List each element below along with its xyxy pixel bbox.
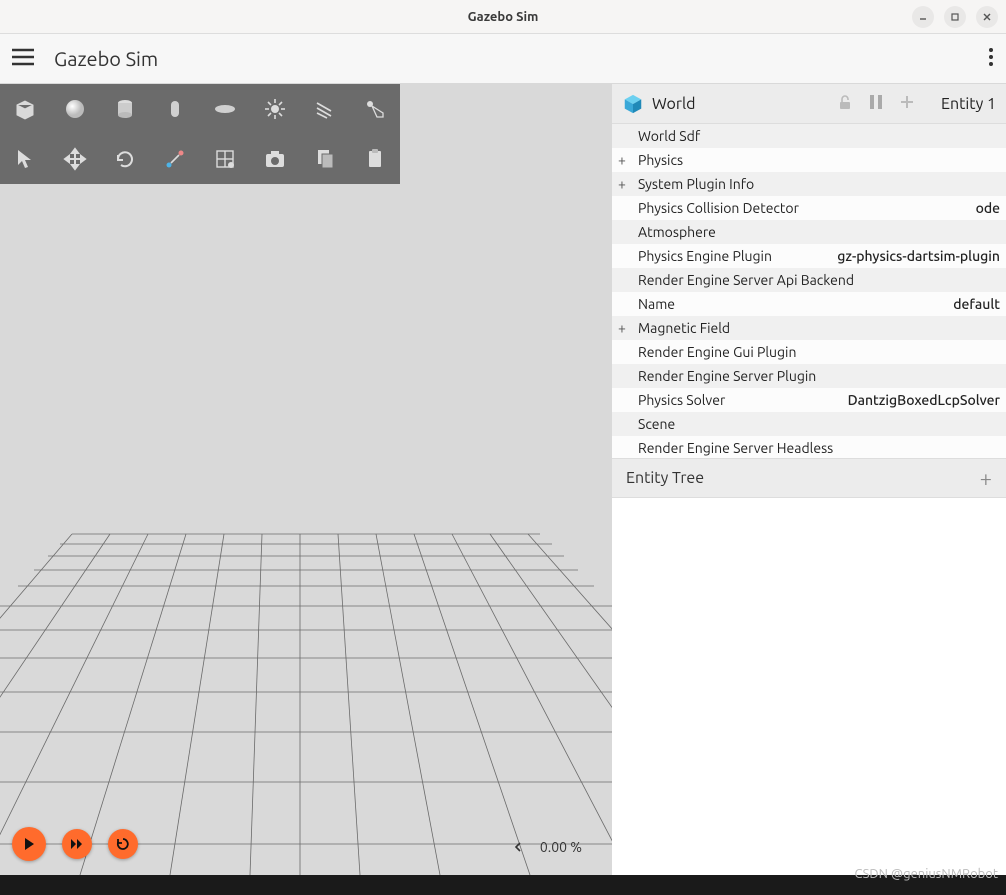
side-panel: World Entity 1 World Sdf+Physics+System … xyxy=(612,84,1006,875)
property-name: Physics Solver xyxy=(612,392,848,408)
property-row[interactable]: +Physics xyxy=(612,148,1006,172)
window-maximize-button[interactable] xyxy=(944,6,966,28)
insert-light-button[interactable] xyxy=(250,84,300,134)
reset-button[interactable] xyxy=(108,829,138,859)
ground-grid xyxy=(0,84,612,875)
expand-toggle[interactable]: + xyxy=(612,152,632,168)
select-tool-button[interactable] xyxy=(0,134,50,184)
property-value: DantzigBoxedLcpSolver xyxy=(848,392,1000,408)
entity-id-label: Entity 1 xyxy=(941,95,996,113)
property-name: Name xyxy=(612,296,953,312)
property-row[interactable]: Atmosphere xyxy=(612,220,1006,244)
property-row[interactable]: Render Engine Server Headless xyxy=(612,436,1006,458)
lock-icon[interactable] xyxy=(837,94,853,114)
window-title: Gazebo Sim xyxy=(468,10,539,24)
property-name: World Sdf xyxy=(612,128,1000,144)
insert-spot-light-button[interactable] xyxy=(350,84,400,134)
property-row[interactable]: Render Engine Server Plugin xyxy=(612,364,1006,388)
app-header: Gazebo Sim xyxy=(0,34,1006,84)
watermark: CSDN @geniusNMRobot xyxy=(854,867,998,881)
property-name: Physics Collision Detector xyxy=(612,200,976,216)
property-name: Render Engine Gui Plugin xyxy=(612,344,1000,360)
property-row[interactable]: Physics Engine Plugingz-physics-dartsim-… xyxy=(612,244,1006,268)
window-titlebar: Gazebo Sim xyxy=(0,0,1006,34)
app-title: Gazebo Sim xyxy=(54,47,158,70)
insert-directional-light-button[interactable] xyxy=(300,84,350,134)
cube-icon xyxy=(622,93,644,115)
property-name: Render Engine Server Plugin xyxy=(612,368,1000,384)
property-name: Scene xyxy=(612,416,1000,432)
translate-tool-button[interactable] xyxy=(50,134,100,184)
insert-ellipsoid-button[interactable] xyxy=(200,84,250,134)
property-row[interactable]: Physics Collision Detectorode xyxy=(612,196,1006,220)
kebab-menu-button[interactable] xyxy=(988,47,994,71)
property-row[interactable]: World Sdf xyxy=(612,124,1006,148)
paste-button[interactable] xyxy=(350,134,400,184)
property-name: Physics Engine Plugin xyxy=(612,248,837,264)
component-inspector-list[interactable]: World Sdf+Physics+System Plugin InfoPhys… xyxy=(612,124,1006,458)
property-row[interactable]: Scene xyxy=(612,412,1006,436)
window-close-button[interactable] xyxy=(976,6,998,28)
property-value: default xyxy=(953,296,1000,312)
scale-tool-button[interactable] xyxy=(150,134,200,184)
play-button[interactable] xyxy=(12,827,46,861)
chevron-left-icon[interactable] xyxy=(512,841,524,853)
insert-cylinder-button[interactable] xyxy=(100,84,150,134)
add-entity-button[interactable]: + xyxy=(980,466,992,491)
property-row[interactable]: Render Engine Gui Plugin xyxy=(612,340,1006,364)
entity-tree-title: Entity Tree xyxy=(626,469,704,487)
window-minimize-button[interactable] xyxy=(912,6,934,28)
add-component-button[interactable] xyxy=(899,94,915,114)
property-row[interactable]: Namedefault xyxy=(612,292,1006,316)
property-name: Render Engine Server Headless xyxy=(612,440,1000,456)
viewport-3d[interactable]: 0.00 % xyxy=(0,84,612,875)
entity-tree-body[interactable] xyxy=(612,498,1006,875)
step-forward-button[interactable] xyxy=(62,829,92,859)
property-row[interactable]: +System Plugin Info xyxy=(612,172,1006,196)
screenshot-button[interactable] xyxy=(250,134,300,184)
property-row[interactable]: Render Engine Server Api Backend xyxy=(612,268,1006,292)
shape-toolbar xyxy=(0,84,400,184)
rtf-display: 0.00 % xyxy=(512,839,582,855)
snap-grid-button[interactable] xyxy=(200,134,250,184)
component-inspector-header: World Entity 1 xyxy=(612,84,1006,124)
playback-controls xyxy=(12,827,138,861)
copy-button[interactable] xyxy=(300,134,350,184)
property-value: ode xyxy=(976,200,1000,216)
rtf-percent: 0.00 % xyxy=(540,839,582,855)
property-row[interactable]: +Magnetic Field xyxy=(612,316,1006,340)
inspector-title: World xyxy=(652,95,696,113)
expand-toggle[interactable]: + xyxy=(612,176,632,192)
property-name: System Plugin Info xyxy=(632,176,1000,192)
property-name: Magnetic Field xyxy=(632,320,1000,336)
pause-icon[interactable] xyxy=(869,94,883,114)
expand-toggle[interactable]: + xyxy=(612,320,632,336)
insert-box-button[interactable] xyxy=(0,84,50,134)
insert-capsule-button[interactable] xyxy=(150,84,200,134)
property-name: Atmosphere xyxy=(612,224,1000,240)
property-value: gz-physics-dartsim-plugin xyxy=(837,248,1000,264)
rotate-tool-button[interactable] xyxy=(100,134,150,184)
property-row[interactable]: Physics SolverDantzigBoxedLcpSolver xyxy=(612,388,1006,412)
insert-sphere-button[interactable] xyxy=(50,84,100,134)
hamburger-menu-button[interactable] xyxy=(12,48,34,70)
entity-tree-header: Entity Tree + xyxy=(612,458,1006,498)
property-name: Render Engine Server Api Backend xyxy=(612,272,1000,288)
property-name: Physics xyxy=(632,152,1000,168)
